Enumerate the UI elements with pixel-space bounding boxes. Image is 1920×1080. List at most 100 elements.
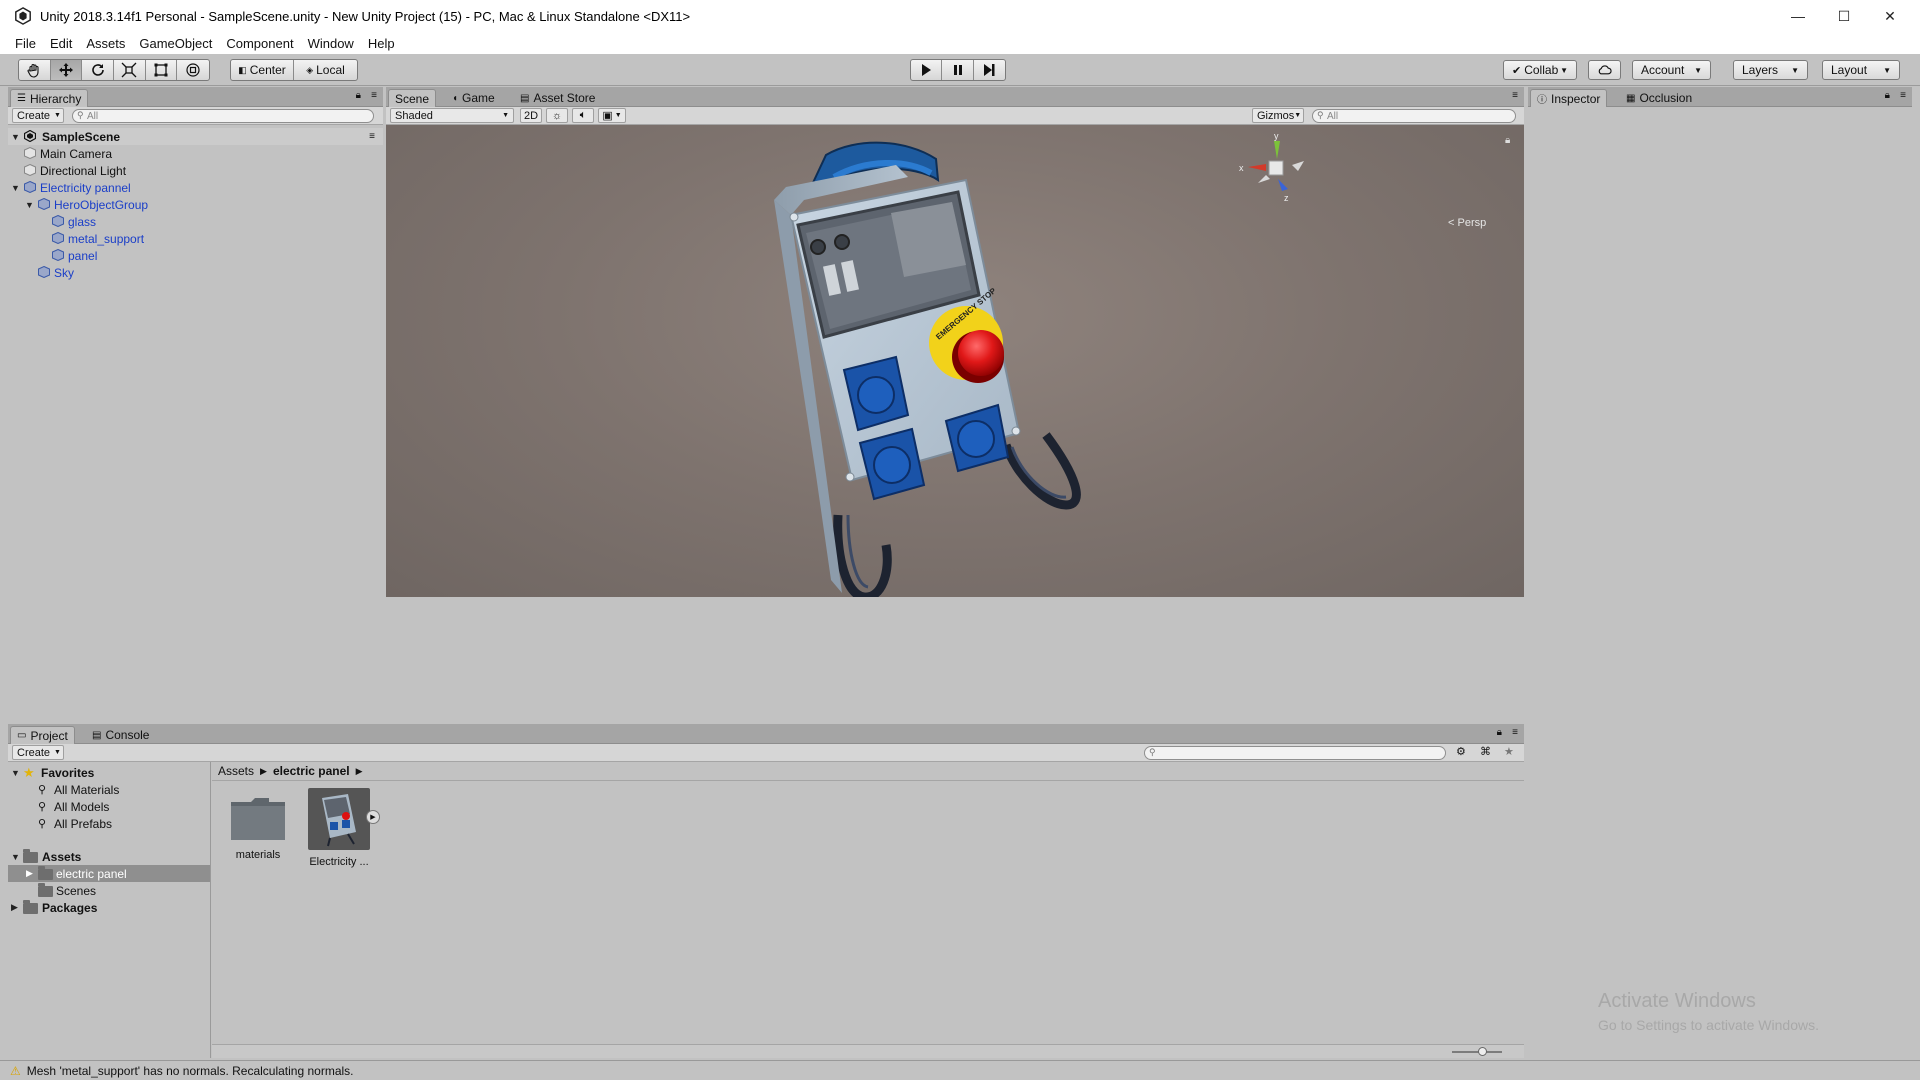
tab-project[interactable]: ▭ Project (10, 726, 75, 744)
tab-occlusion[interactable]: ▦ Occlusion (1620, 89, 1698, 107)
hierarchy-search-input[interactable]: ⚲ All (72, 109, 374, 123)
gizmo-lock-icon[interactable]: 🔒︎ (1505, 135, 1510, 146)
hierarchy-create-dropdown[interactable]: Create ▼ (12, 108, 64, 123)
expand-arrow-icon[interactable]: ▶ (11, 902, 18, 913)
console-icon: ▤ (92, 729, 102, 741)
folder-scenes[interactable]: Scenes (8, 882, 210, 899)
scale-icon (121, 62, 137, 78)
pivot-center-button[interactable]: ◧ Center (231, 60, 295, 80)
favorite-all-prefabs[interactable]: ⚲ All Prefabs (8, 815, 210, 832)
projection-toggle[interactable]: < Persp (1448, 217, 1486, 229)
hierarchy-item[interactable]: metal_support (8, 230, 383, 247)
hierarchy-item[interactable]: panel (8, 247, 383, 264)
project-search-input[interactable]: ⚲ (1144, 746, 1446, 760)
tab-inspector[interactable]: ⓘ Inspector (1530, 89, 1608, 107)
hand-tool-button[interactable] (19, 60, 51, 80)
tab-hierarchy[interactable]: ☰ Hierarchy (10, 89, 89, 107)
hierarchy-item[interactable]: Main Camera (8, 145, 383, 162)
status-message[interactable]: Mesh 'metal_support' has no normals. Rec… (27, 1064, 354, 1078)
game-tab-label: Game (462, 91, 495, 105)
play-button[interactable] (911, 60, 943, 80)
expand-arrow-icon[interactable]: ▼ (11, 768, 20, 778)
scale-tool-button[interactable] (114, 60, 146, 80)
lock-icon[interactable]: 🔒︎ (1885, 90, 1890, 101)
hierarchy-item[interactable]: ▼ Electricity pannel (8, 179, 383, 196)
expand-arrow-icon[interactable]: ▼ (11, 183, 20, 193)
expand-prefab-icon[interactable]: ▶ (366, 810, 380, 824)
project-create-dropdown[interactable]: Create ▼ (12, 745, 64, 760)
close-button[interactable]: ✕ (1867, 0, 1913, 32)
icon-size-slider-thumb[interactable] (1478, 1047, 1487, 1056)
tab-scene[interactable]: Scene (388, 89, 437, 107)
menu-assets[interactable]: Assets (86, 36, 125, 51)
menu-gameobject[interactable]: GameObject (139, 36, 212, 51)
lock-icon[interactable]: 🔒︎ (1497, 727, 1502, 738)
favorite-all-materials[interactable]: ⚲ All Materials (8, 781, 210, 798)
folder-electric-panel[interactable]: ▶ electric panel (8, 865, 210, 882)
hierarchy-item[interactable]: ▼ HeroObjectGroup (8, 196, 383, 213)
tab-game[interactable]: ◖ Game (446, 89, 501, 107)
panel-menu-icon[interactable]: ≡ (1900, 90, 1906, 101)
scene-lighting-toggle[interactable]: ☼ (546, 108, 568, 123)
scene-menu-icon[interactable]: ≡ (369, 131, 375, 142)
gizmos-dropdown[interactable]: Gizmos ▼ (1252, 108, 1304, 123)
expand-arrow-icon[interactable]: ▼ (11, 132, 20, 142)
expand-arrow-icon[interactable]: ▼ (11, 852, 20, 862)
layers-dropdown[interactable]: Layers ▼ (1733, 60, 1808, 80)
scene-row[interactable]: ▼ SampleScene ≡ (8, 128, 383, 145)
expand-arrow-icon[interactable]: ▶ (26, 868, 33, 879)
minimize-button[interactable]: — (1775, 0, 1821, 32)
filter-by-type-icon[interactable]: ⚙ (1456, 745, 1466, 758)
icon-size-slider[interactable] (1452, 1051, 1502, 1053)
toggle-2d-button[interactable]: 2D (520, 108, 542, 123)
hierarchy-item-label: Directional Light (40, 163, 127, 178)
scene-viewport[interactable]: EMERGENCY STOP y x z 🔒︎ < Persp (386, 125, 1524, 597)
search-icon: ⚲ (77, 110, 84, 120)
asset-item-materials[interactable]: materials (228, 794, 288, 861)
rect-tool-icon (154, 63, 168, 77)
rotate-tool-button[interactable] (82, 60, 115, 80)
panel-menu-icon[interactable]: ≡ (1512, 727, 1518, 738)
layout-dropdown[interactable]: Layout ▼ (1822, 60, 1900, 80)
shading-mode-dropdown[interactable]: Shaded ▼ (390, 108, 514, 123)
hierarchy-item[interactable]: glass (8, 213, 383, 230)
pause-button[interactable] (942, 60, 974, 80)
favorite-all-models[interactable]: ⚲ All Models (8, 798, 210, 815)
scene-search-input[interactable]: ⚲ All (1312, 109, 1516, 123)
hierarchy-item[interactable]: Directional Light (8, 162, 383, 179)
lock-icon[interactable]: 🔒︎ (356, 90, 361, 101)
hierarchy-item[interactable]: Sky (8, 264, 383, 281)
tab-asset-store[interactable]: ▤ Asset Store (514, 89, 601, 107)
orientation-gizmo[interactable]: y x z (1236, 131, 1326, 215)
tab-console[interactable]: ▤ Console (86, 726, 155, 744)
menu-file[interactable]: File (15, 36, 36, 51)
transform-tool-button[interactable] (177, 60, 209, 80)
panel-menu-icon[interactable]: ≡ (371, 90, 377, 101)
menu-component[interactable]: Component (226, 36, 293, 51)
unity-scene-icon (24, 130, 36, 142)
step-button[interactable] (974, 60, 1005, 80)
scene-effects-dropdown[interactable]: ▣ ▼ (598, 108, 626, 123)
favorite-star-icon[interactable]: ★ (1504, 745, 1514, 758)
account-dropdown[interactable]: Account ▼ (1632, 60, 1711, 80)
cloud-button[interactable] (1588, 60, 1621, 80)
packages-folder[interactable]: ▶ Packages (8, 899, 210, 916)
collab-dropdown[interactable]: ✔ Collab ▼ (1503, 60, 1577, 80)
favorites-header[interactable]: ▼ ★ Favorites (8, 764, 210, 781)
breadcrumb-electric-panel[interactable]: electric panel (273, 764, 350, 778)
menu-help[interactable]: Help (368, 36, 395, 51)
panel-menu-icon[interactable]: ≡ (1512, 90, 1518, 101)
scene-name: SampleScene (42, 129, 121, 144)
filter-by-label-icon[interactable]: ⌘ (1480, 745, 1491, 758)
menu-edit[interactable]: Edit (50, 36, 72, 51)
move-tool-button[interactable] (50, 60, 83, 80)
rect-tool-button[interactable] (146, 60, 178, 80)
breadcrumb-assets[interactable]: Assets (218, 764, 254, 778)
expand-arrow-icon[interactable]: ▼ (25, 200, 34, 210)
menu-window[interactable]: Window (308, 36, 354, 51)
maximize-button[interactable]: ☐ (1821, 0, 1867, 32)
assets-folder[interactable]: ▼ Assets (8, 848, 210, 865)
pivot-local-button[interactable]: ◈ Local (294, 60, 357, 80)
asset-item-electricity-prefab[interactable]: ▶ Electricity ... (304, 788, 380, 868)
scene-audio-toggle[interactable]: 🔈︎ (572, 108, 594, 123)
